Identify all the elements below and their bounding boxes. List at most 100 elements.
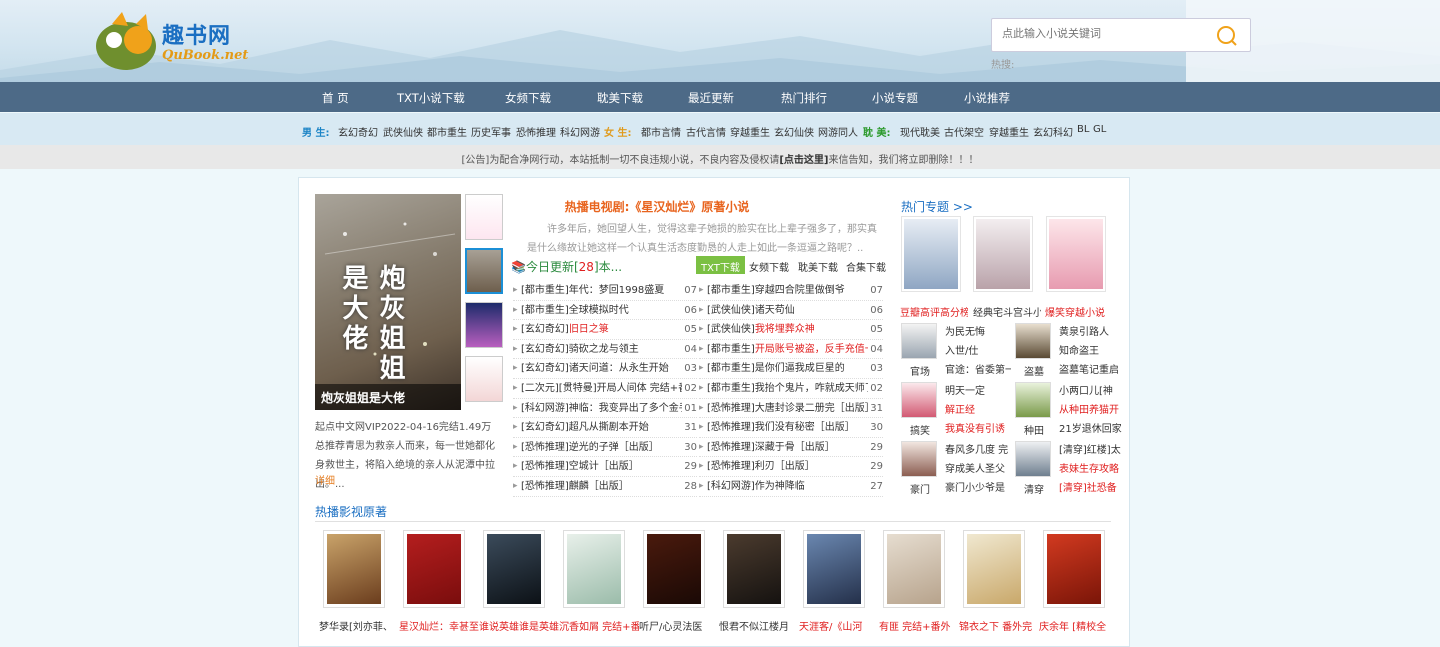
film-caption[interactable]: 恨君不似江楼月 [719,618,799,633]
update-title[interactable]: [恐怖推理]深藏于骨［出版］ [707,442,835,453]
update-row[interactable]: [科幻网游]作为神降临 27 [699,476,883,497]
headline-title[interactable]: 热播电视剧:《星汉灿烂》原著小说 [527,198,787,215]
topic-book-link[interactable]: 从种田养猫开 [1059,401,1125,416]
category-link[interactable]: 网游同人 [818,124,858,139]
film-caption[interactable]: 锦衣之下 番外完 [959,618,1039,633]
update-row[interactable]: [玄幻奇幻]诸天问道：从永生开始 03 [513,359,697,379]
film-caption[interactable]: 梦华录[刘亦菲、 [319,618,399,633]
update-row[interactable]: [都市重生]全球模拟时代 06 [513,300,697,321]
nav-home[interactable]: 首 页 [322,90,349,106]
update-row[interactable]: [武侠仙侠]诸天苟仙 06 [699,300,883,321]
update-title-highlight[interactable]: 开局账号被盗，反手充值一百 [755,344,883,355]
category-link[interactable]: 穿越重生 [989,124,1029,139]
featured-cover[interactable]: 炮灰姐姐是大佬 炮灰姐姐是大佬 [315,194,461,410]
update-row[interactable]: [武侠仙侠]我将埋葬众神 05 [699,320,883,340]
category-link[interactable]: 都市重生 [427,124,467,139]
update-title[interactable]: [玄幻奇幻]超凡从撕剧本开始 [521,422,649,433]
update-title[interactable]: [恐怖推理]麒麟［出版］ [521,481,629,492]
update-title[interactable]: [都市重生]全球模拟时代 [521,305,629,316]
topic-book-link[interactable]: 黄泉引路人 [1059,323,1125,338]
topic-book-cover[interactable] [1015,441,1051,477]
update-row[interactable]: [恐怖推理]空城计［出版］ 29 [513,457,697,477]
topic-book-genre[interactable]: 官场 [901,363,939,378]
topic-book-link[interactable]: 解正经 [945,401,1011,416]
update-row[interactable]: [都市重生]开局账号被盗，反手充值一百04 [699,339,883,360]
update-title-highlight[interactable]: 我将埋葬众神 [755,324,815,335]
topic-book-link[interactable]: 表妹生存攻略 [1059,460,1125,475]
update-title[interactable]: [都市重生]穿越四合院里做倒爷 [707,285,845,296]
update-row[interactable]: [恐怖推理]利刃［出版］ 29 [699,457,883,477]
notice-link[interactable]: [点击这里] [779,155,828,166]
film-cover[interactable] [803,530,865,608]
topic-book-link[interactable]: 穿成美人圣父 [945,460,1011,475]
nav-danmei-download[interactable]: 耽美下载 [597,90,643,106]
category-link[interactable]: 玄幻奇幻 [338,124,378,139]
category-link[interactable]: 现代耽美 [900,124,940,139]
film-caption[interactable]: 沉香如屑 完结+番 [559,618,639,633]
film-cover[interactable] [483,530,545,608]
film-cover[interactable] [563,530,625,608]
thumb-3[interactable] [465,302,503,348]
update-title[interactable]: [二次元][贯特曼]开局人间体 完结+番 [521,383,688,394]
topic-book-link[interactable]: 为民无悔 [945,323,1011,338]
film-caption[interactable]: 庆余年 [精校全 [1039,618,1119,633]
tab-txt-download[interactable]: TXT下载 [696,256,745,274]
topic-book-link[interactable]: 小两口儿[神 [1059,382,1125,397]
topic-book-link[interactable]: [清穿]红楼]太 [1059,441,1125,456]
film-cover[interactable] [723,530,785,608]
nav-recommend[interactable]: 小说推荐 [964,90,1010,106]
update-title[interactable]: [都市重生]年代：梦回1998盛夏 [521,285,664,296]
update-title[interactable]: [科幻网游]神临：我变异出了多个金手 [521,403,689,414]
category-link[interactable]: 武侠仙侠 [383,124,423,139]
nav-latest-update[interactable]: 最近更新 [688,90,734,106]
thumb-4[interactable] [465,356,503,402]
update-row[interactable]: [恐怖推理]深藏于骨［出版］ 29 [699,437,883,458]
topic-card[interactable] [1046,216,1106,292]
film-cover[interactable] [963,530,1025,608]
category-link[interactable]: 恐怖推理 [516,124,556,139]
featured-detail-link[interactable]: 详细 [315,472,335,487]
topic-book-link[interactable]: 我真没有引诱 [945,420,1011,435]
topic-book-genre[interactable]: 搞笑 [901,422,939,437]
update-title[interactable]: [科幻网游]作为神降临 [707,481,805,492]
topic-book-link[interactable]: 入世/仕 [945,342,1011,357]
update-row[interactable]: [二次元][贯特曼]开局人间体 完结+番02 [513,378,697,399]
update-title[interactable]: [武侠仙侠]诸天苟仙 [707,305,795,316]
category-link[interactable]: 古代言情 [686,124,726,139]
film-cover[interactable] [883,530,945,608]
topic-card[interactable] [973,216,1033,292]
update-title[interactable]: [恐怖推理]大唐封诊录二册完［出版］ [707,403,875,414]
film-caption[interactable]: 听尸/心灵法医 [639,618,719,633]
category-link[interactable]: 古代架空 [944,124,984,139]
update-row[interactable]: [玄幻奇幻]超凡从撕剧本开始 31 [513,418,697,438]
tab-collection-download[interactable]: 合集下载 [841,256,891,274]
update-title[interactable]: [都市重生] [707,344,755,355]
topic-book-cover[interactable] [1015,382,1051,418]
update-title[interactable]: [武侠仙侠] [707,324,755,335]
update-row[interactable]: [恐怖推理]逆光的子弹［出版］ 30 [513,437,697,458]
topic-book-link[interactable]: 盗墓笔记重启 [1059,361,1125,376]
update-row[interactable]: [玄幻奇幻]旧日之箓 05 [513,320,697,340]
category-link[interactable]: 玄幻仙侠 [774,124,814,139]
update-row[interactable]: [科幻网游]神临：我变异出了多个金手01 [513,398,697,419]
update-row[interactable]: [都市重生]是你们逼我成巨星的 03 [699,359,883,379]
update-title-highlight[interactable]: 旧日之箓 [569,324,609,335]
nav-txt-download[interactable]: TXT小说下载 [397,90,465,106]
topic-book-cover[interactable] [901,382,937,418]
update-row[interactable]: [都市重生]穿越四合院里做倒爷 07 [699,281,883,301]
topic-caption[interactable]: 豆瓣高评高分榜 [900,304,968,319]
nav-female-download[interactable]: 女频下载 [505,90,551,106]
search-input[interactable] [1002,27,1202,40]
topic-book-link[interactable]: 豪门小少爷是 [945,479,1011,494]
category-link[interactable]: 科幻网游 [560,124,600,139]
category-link[interactable]: 玄幻科幻 [1033,124,1073,139]
thumb-2[interactable] [465,248,503,294]
update-title[interactable]: [恐怖推理]逆光的子弹［出版］ [521,442,659,453]
film-cover[interactable] [643,530,705,608]
update-row[interactable]: [恐怖推理]大唐封诊录二册完［出版］31 [699,398,883,419]
film-caption[interactable]: 谁说英雄谁是英雄系 [479,618,559,633]
topic-card[interactable] [901,216,961,292]
film-cover[interactable] [403,530,465,608]
category-link[interactable]: BL [1077,124,1089,135]
topic-book-genre[interactable]: 盗墓 [1015,363,1053,378]
